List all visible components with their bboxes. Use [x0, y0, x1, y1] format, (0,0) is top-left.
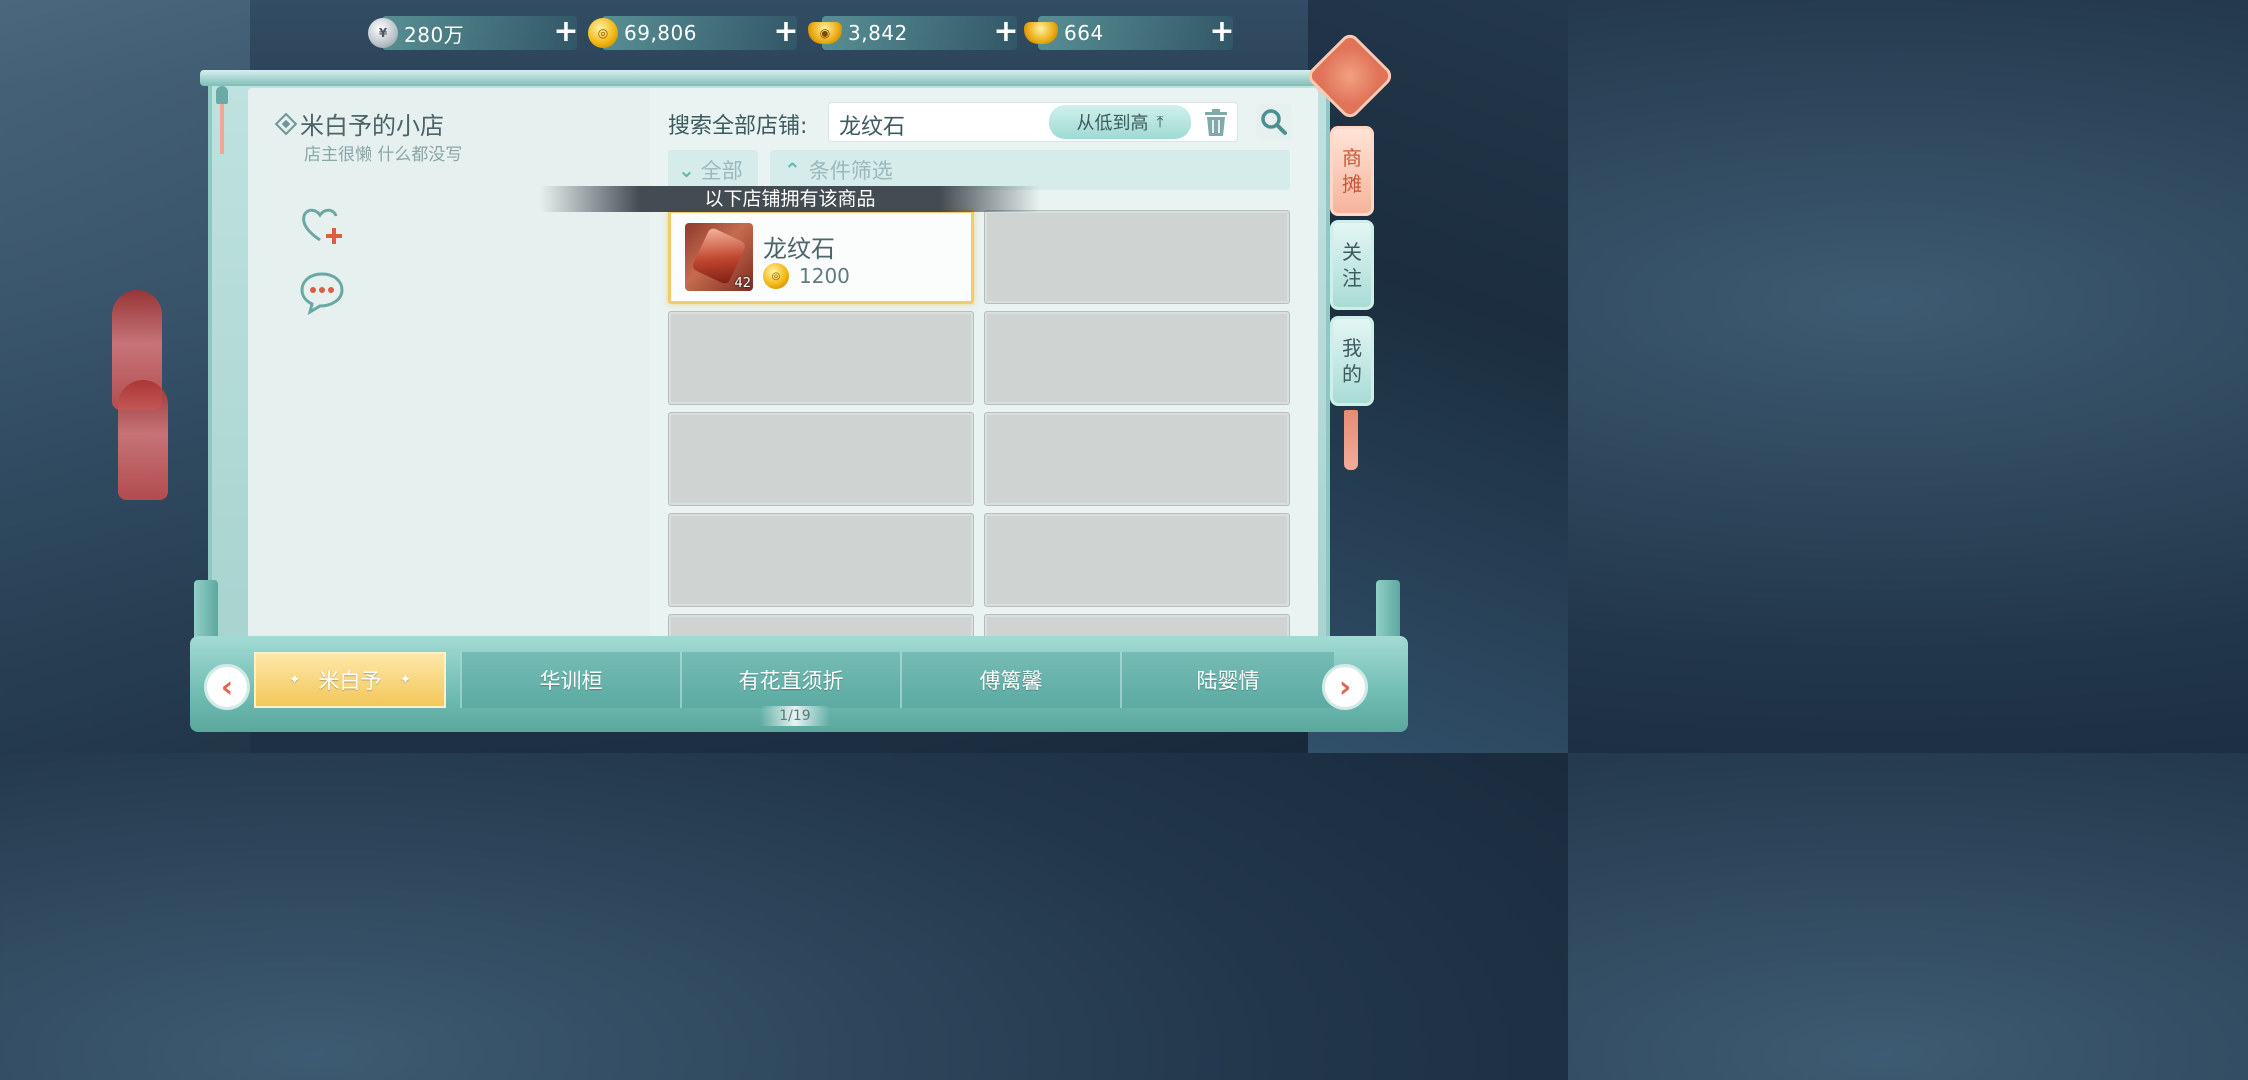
empty-slot: [984, 513, 1290, 607]
empty-slot: [668, 513, 974, 607]
page-indicator: 1/19: [760, 706, 830, 726]
shop-tab-label: 傅篱馨: [979, 669, 1043, 693]
empty-slot: [984, 210, 1290, 304]
price-value: 1200: [799, 264, 850, 288]
condition-filter-button[interactable]: ⌃ 条件筛选: [770, 150, 1290, 190]
item-name: 龙纹石: [763, 235, 835, 263]
sort-button[interactable]: 从低到高 ⤒: [1049, 105, 1191, 139]
shop-tab[interactable]: 华训桓: [460, 652, 680, 708]
shop-tab[interactable]: 有花直须折: [680, 652, 900, 708]
chevron-up-icon: ⌃: [784, 158, 801, 182]
empty-slot: [984, 311, 1290, 405]
currency-value: 664: [1064, 21, 1104, 45]
sort-arrow-icon: ⤒: [1156, 112, 1164, 131]
sort-label: 从低到高: [1076, 113, 1149, 134]
chat-icon[interactable]: [298, 268, 346, 316]
currency-silver: ¥ 280万 +: [368, 16, 579, 50]
window-roof: [200, 70, 1340, 86]
shop-info-panel: 米白予的小店 店主很懒 什么都没写: [248, 88, 650, 648]
sparkle-icon: ✦: [288, 672, 301, 688]
item-count: 42: [734, 276, 751, 291]
currency-copper: ◎ 69,806 +: [588, 16, 799, 50]
shop-window: 米白予的小店 店主很懒 什么都没写 搜索全部店铺: 龙纹石 从低到高 ⤒ ⌄ 全…: [248, 88, 1318, 648]
shop-tab-label: 陆婴情: [1196, 669, 1260, 693]
next-page-button[interactable]: ›: [1322, 664, 1368, 710]
tab-stall[interactable]: 商 摊: [1330, 126, 1374, 216]
shop-tab-label: 米白予: [318, 669, 382, 693]
trash-icon[interactable]: [1203, 108, 1229, 138]
chevron-down-icon: ⌄: [678, 158, 695, 182]
previous-page-button[interactable]: ‹: [204, 664, 250, 710]
currency-ingot: 664 +: [1024, 16, 1235, 50]
shop-description: 店主很懒 什么都没写: [304, 145, 463, 165]
search-button[interactable]: [1256, 104, 1292, 140]
add-currency-button[interactable]: +: [991, 17, 1021, 48]
player-character: [118, 380, 168, 500]
diamond-icon: [274, 112, 298, 135]
shop-name: 米白予的小店: [300, 112, 444, 140]
search-input[interactable]: 龙纹石 从低到高 ⤒: [828, 102, 1238, 142]
search-icon: [1261, 109, 1287, 135]
filter-all-label: 全部: [700, 159, 743, 183]
tab-follow[interactable]: 关 注: [1330, 220, 1374, 310]
item-card[interactable]: 42 龙纹石 ◎ 1200: [668, 210, 974, 304]
add-currency-button[interactable]: +: [551, 17, 581, 48]
copper-coin-icon: ◎: [763, 263, 789, 289]
shop-tab[interactable]: ✦ 米白予 ✦: [254, 652, 446, 708]
bell-icon: [216, 86, 228, 166]
gold-coin-icon: ◉: [808, 22, 842, 44]
condition-filter-label: 条件筛选: [808, 159, 893, 183]
item-price: ◎ 1200: [763, 263, 850, 289]
tab-label: 摊: [1342, 172, 1362, 196]
silver-coin-icon: ¥: [368, 18, 398, 48]
shop-tabs: ✦ 米白予 ✦ 华训桓 有花直须折 傅篱馨 陆婴情: [254, 652, 1334, 708]
filter-row: ⌄ 全部 ⌃ 条件筛选: [668, 150, 1290, 190]
currency-value: 69,806: [624, 21, 697, 45]
shop-tab-label: 有花直须折: [738, 669, 844, 693]
shop-tab[interactable]: 陆婴情: [1120, 652, 1334, 708]
tab-label: 商: [1342, 146, 1362, 170]
search-results-panel: 搜索全部店铺: 龙纹石 从低到高 ⤒ ⌄ 全部 ⌃ 条件筛选 42 龙纹石 ◎ …: [650, 88, 1318, 648]
shop-tab-label: 华训桓: [539, 669, 603, 693]
tab-label: 我: [1342, 336, 1362, 360]
sparkle-icon: ✦: [399, 672, 412, 688]
filter-all-button[interactable]: ⌄ 全部: [668, 150, 758, 190]
currency-gold: ◉ 3,842 +: [808, 16, 1019, 50]
dragon-stone-icon: 42: [685, 223, 753, 291]
shop-tab[interactable]: 傅篱馨: [900, 652, 1120, 708]
search-label: 搜索全部店铺:: [668, 114, 808, 139]
gold-ingot-icon: [1024, 22, 1058, 44]
tab-label: 关: [1342, 240, 1362, 264]
tab-label: 注: [1342, 266, 1362, 290]
search-query: 龙纹石: [839, 115, 906, 140]
tab-label: 的: [1342, 362, 1362, 386]
tassel-decoration: [1344, 410, 1358, 470]
tab-mine[interactable]: 我 的: [1330, 316, 1374, 406]
currency-value: 280万: [404, 22, 465, 47]
follow-heart-icon[interactable]: [298, 202, 346, 250]
currency-value: 3,842: [848, 21, 908, 45]
empty-slot: [668, 311, 974, 405]
add-currency-button[interactable]: +: [771, 17, 801, 48]
empty-slot: [984, 412, 1290, 506]
add-currency-button[interactable]: +: [1207, 17, 1237, 48]
shop-title: 米白予的小店: [274, 106, 444, 141]
result-banner: 以下店铺拥有该商品: [540, 186, 1040, 212]
empty-slot: [668, 412, 974, 506]
copper-coin-icon: ◎: [588, 18, 618, 48]
